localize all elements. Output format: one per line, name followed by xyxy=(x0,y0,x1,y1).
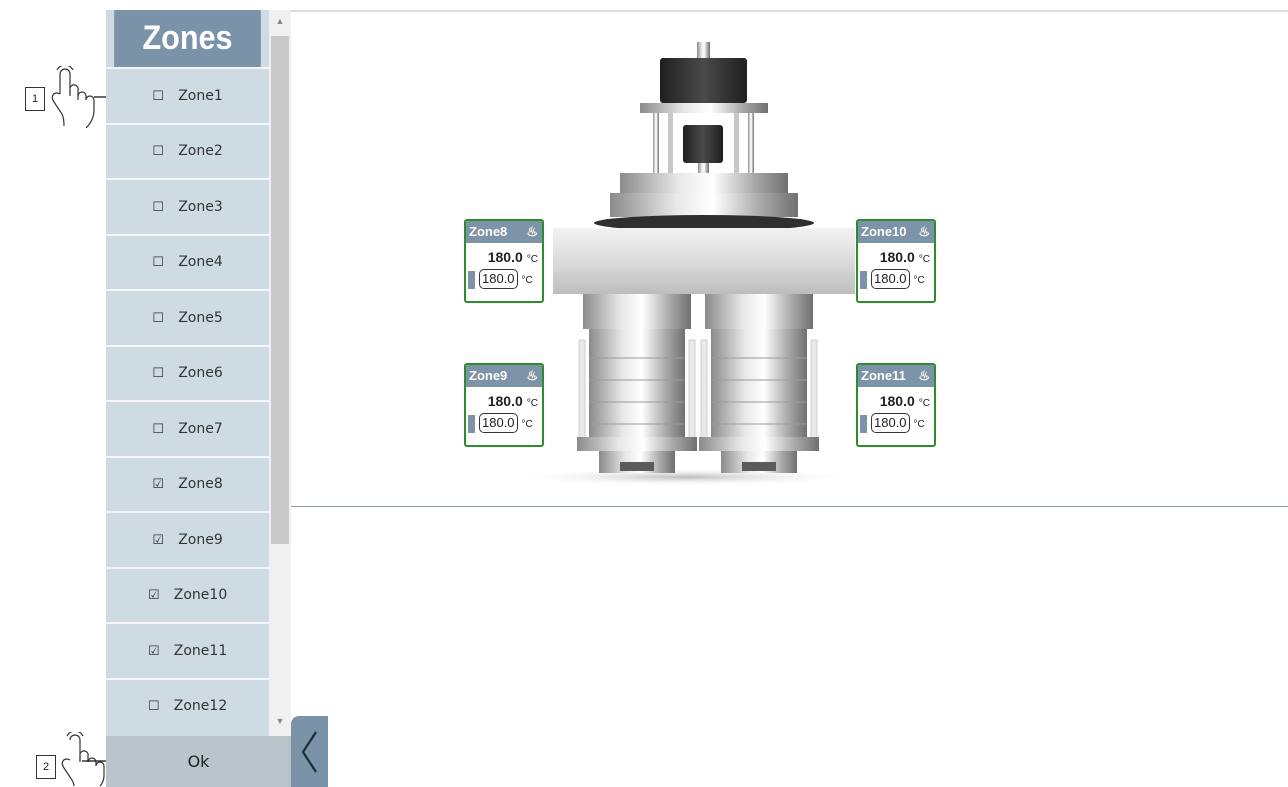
collapse-panel-button[interactable] xyxy=(291,716,328,787)
zone-list: ☐ Zone1 ☐ Zone2 ☐ Zone3 ☐ Zone4 ☐ Zone5 ☐ Zone6 ☐ Zon… xyxy=(106,67,269,736)
zone-list-item-label: Zone2 xyxy=(178,143,223,160)
setpoint-input[interactable]: 180.0 xyxy=(479,269,518,289)
zone-list-item[interactable]: ☐ Zone6 xyxy=(106,344,269,400)
main-divider xyxy=(291,506,1288,507)
zone-list-item[interactable]: ☐ Zone4 xyxy=(106,233,269,289)
zone-list-item-label: Zone11 xyxy=(173,642,228,659)
checkbox-icon[interactable]: ☐ xyxy=(152,310,164,326)
zone-list-item[interactable]: ☑ Zone11 xyxy=(106,622,269,678)
zone-list-item[interactable]: ☑ Zone9 xyxy=(106,511,269,567)
output-level-bar xyxy=(468,415,475,433)
zone-list-item-label: Zone5 xyxy=(178,309,223,326)
zone-list-item-label: Zone1 xyxy=(178,87,223,104)
checkbox-icon[interactable]: ☐ xyxy=(152,254,164,270)
scroll-thumb[interactable] xyxy=(271,36,289,544)
zone-list-item-label: Zone12 xyxy=(173,698,228,715)
scroll-down-icon[interactable]: ▼ xyxy=(269,710,291,732)
zone-list-item-label: Zone8 xyxy=(178,476,223,493)
zone-widget-9[interactable]: Zone9 ♨ 180.0 °C 180.0 °C xyxy=(464,363,544,447)
main-top-border xyxy=(291,10,1288,12)
zone-list-item[interactable]: ☑ Zone10 xyxy=(106,566,269,622)
checkbox-icon[interactable]: ☐ xyxy=(152,421,164,437)
zone-list-item-label: Zone4 xyxy=(178,254,223,271)
checkbox-icon[interactable]: ☐ xyxy=(152,143,164,159)
zone-list-item[interactable]: ☐ Zone7 xyxy=(106,400,269,456)
zone-widget-title: Zone10 ♨ xyxy=(858,221,934,243)
checkbox-icon[interactable]: ☐ xyxy=(152,199,164,215)
zone-widget-8[interactable]: Zone8 ♨ 180.0 °C 180.0 °C xyxy=(464,219,544,303)
hot-runner-illustration xyxy=(510,42,860,486)
ok-button[interactable]: Ok xyxy=(106,736,291,787)
panel-title: Zones xyxy=(114,10,261,67)
callout-1: 1 xyxy=(25,87,45,111)
zone-widget-11[interactable]: Zone11 ♨ 180.0 °C 180.0 °C xyxy=(856,363,936,447)
output-level-bar xyxy=(860,415,867,433)
checkbox-checked-icon[interactable]: ☑ xyxy=(152,476,164,492)
actual-temperature: 180.0 °C xyxy=(879,249,930,265)
actual-temperature: 180.0 °C xyxy=(879,393,930,409)
checkbox-icon[interactable]: ☐ xyxy=(152,365,164,381)
setpoint-input[interactable]: 180.0 xyxy=(871,269,910,289)
chevron-left-icon xyxy=(301,730,317,773)
checkbox-icon[interactable]: ☐ xyxy=(148,698,160,714)
zone-list-item-label: Zone10 xyxy=(173,587,228,604)
heat-icon: ♨ xyxy=(526,224,538,239)
zone-widget-10[interactable]: Zone10 ♨ 180.0 °C 180.0 °C xyxy=(856,219,936,303)
zone-list-item[interactable]: ☐ Zone1 xyxy=(106,67,269,123)
output-level-bar xyxy=(860,271,867,289)
zone-list-item-label: Zone6 xyxy=(178,365,223,382)
output-level-bar xyxy=(468,271,475,289)
actual-temperature: 180.0 °C xyxy=(487,393,538,409)
checkbox-checked-icon[interactable]: ☑ xyxy=(152,532,164,548)
zone-list-item-label: Zone3 xyxy=(178,198,223,215)
zone-list-item[interactable]: ☐ Zone12 xyxy=(106,677,269,733)
zone-list-item[interactable]: ☐ Zone3 xyxy=(106,178,269,234)
heat-icon: ♨ xyxy=(526,368,538,383)
zone-list-item-label: Zone9 xyxy=(178,531,223,548)
zone-widget-title: Zone11 ♨ xyxy=(858,365,934,387)
checkbox-checked-icon[interactable]: ☑ xyxy=(148,587,160,603)
callout-2: 2 xyxy=(36,755,56,779)
setpoint-input[interactable]: 180.0 xyxy=(479,413,518,433)
zone-list-item-label: Zone7 xyxy=(178,420,223,437)
zone-list-item[interactable]: ☐ Zone5 xyxy=(106,289,269,345)
zone-widget-title: Zone8 ♨ xyxy=(466,221,542,243)
zone-list-item[interactable]: ☐ Zone2 xyxy=(106,122,269,178)
heat-icon: ♨ xyxy=(918,368,930,383)
zone-list-item[interactable]: ☑ Zone8 xyxy=(106,455,269,511)
heat-icon: ♨ xyxy=(918,224,930,239)
zone-widget-title: Zone9 ♨ xyxy=(466,365,542,387)
checkbox-icon[interactable]: ☐ xyxy=(152,88,164,104)
actual-temperature: 180.0 °C xyxy=(487,249,538,265)
scroll-up-icon[interactable]: ▲ xyxy=(269,10,291,32)
scrollbar[interactable]: ▲ ▼ xyxy=(269,10,291,736)
checkbox-checked-icon[interactable]: ☑ xyxy=(148,643,160,659)
zone-panel: Zones ☐ Zone1 ☐ Zone2 ☐ Zone3 ☐ Zone4 ☐ Zone5 ☐ Zon… xyxy=(106,10,291,787)
setpoint-input[interactable]: 180.0 xyxy=(871,413,910,433)
